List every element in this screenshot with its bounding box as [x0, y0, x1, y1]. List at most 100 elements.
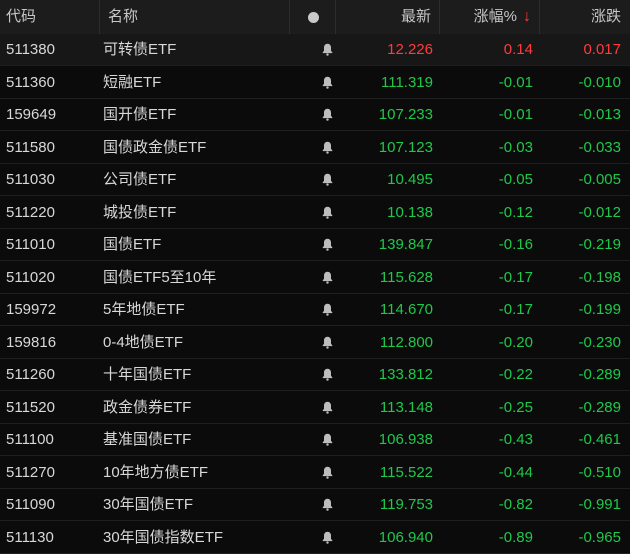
change-percent: -0.05 [498, 171, 533, 188]
table-row[interactable]: 511130 30年国债指数ETF 106.940 -0.89 -0.965 [0, 522, 630, 554]
bell-icon[interactable] [322, 197, 334, 228]
last-price: 119.753 [379, 496, 433, 513]
security-code: 159816 [6, 333, 57, 351]
last-price: 113.148 [379, 398, 433, 416]
last-price: 139.847 [378, 236, 433, 253]
security-code: 511020 [6, 268, 55, 286]
change-percent: -0.25 [498, 398, 533, 416]
security-name: 国债政金债ETF [103, 138, 207, 156]
security-code: 511010 [6, 236, 55, 253]
column-header-code[interactable]: 代码 [0, 0, 100, 34]
security-code: 511130 [6, 528, 54, 546]
bell-icon[interactable] [322, 99, 334, 130]
security-code: 511030 [6, 171, 55, 188]
last-price: 114.670 [379, 301, 433, 318]
last-price: 115.522 [379, 463, 433, 481]
table-row[interactable]: 159816 0-4地债ETF 112.800 -0.20 -0.230 [0, 327, 630, 359]
bell-icon[interactable] [322, 522, 334, 553]
last-price: 107.233 [378, 106, 433, 123]
security-name: 政金债券ETF [103, 398, 192, 416]
bell-icon[interactable] [322, 34, 334, 65]
security-name: 30年国债ETF [103, 496, 194, 513]
change-percent: -0.16 [498, 236, 533, 253]
change-percent: -0.22 [498, 366, 533, 383]
change-percent: -0.43 [498, 431, 533, 448]
security-name: 国开债ETF [103, 106, 177, 123]
etf-quote-table: 代码 名称 最新 涨幅% ↓ 涨跌 511380 可转债ETF 12.226 0.14 0… [0, 0, 630, 554]
security-code: 511100 [6, 431, 54, 448]
security-name: 十年国债ETF [103, 366, 192, 383]
change-percent: -0.01 [498, 106, 533, 123]
table-row[interactable]: 511010 国债ETF 139.847 -0.16 -0.219 [0, 229, 630, 261]
last-price: 106.940 [378, 528, 433, 546]
table-row[interactable]: 159972 5年地债ETF 114.670 -0.17 -0.199 [0, 294, 630, 326]
change-value: -0.033 [578, 138, 621, 156]
change-percent: -0.12 [498, 203, 533, 221]
change-value: -0.965 [578, 528, 621, 546]
table-row[interactable]: 511090 30年国债ETF 119.753 -0.82 -0.991 [0, 489, 630, 521]
security-code: 511380 [6, 41, 55, 58]
table-row[interactable]: 159649 国开债ETF 107.233 -0.01 -0.013 [0, 99, 630, 131]
change-percent: -0.17 [498, 301, 533, 318]
table-row[interactable]: 511520 政金债券ETF 113.148 -0.25 -0.289 [0, 392, 630, 424]
security-code: 159649 [6, 106, 57, 123]
security-code: 511360 [6, 73, 55, 91]
bell-icon[interactable] [322, 457, 334, 488]
change-value: -0.510 [578, 463, 621, 481]
table-row[interactable]: 511030 公司债ETF 10.495 -0.05 -0.005 [0, 164, 630, 196]
security-code: 511520 [6, 398, 55, 416]
security-name: 10年地方债ETF [103, 463, 209, 481]
last-price: 10.138 [387, 203, 433, 221]
column-header-alert[interactable] [290, 0, 336, 34]
security-name: 短融ETF [103, 73, 162, 91]
bell-icon[interactable] [322, 327, 334, 358]
change-value: 0.017 [583, 41, 621, 58]
table-row[interactable]: 511380 可转债ETF 12.226 0.14 0.017 [0, 34, 630, 66]
security-code: 511580 [6, 138, 55, 156]
change-value: -0.198 [578, 268, 621, 286]
last-price: 111.319 [381, 73, 433, 91]
security-name: 国债ETF5至10年 [103, 268, 217, 286]
sort-descending-icon: ↓ [523, 8, 531, 25]
table-row[interactable]: 511020 国债ETF5至10年 115.628 -0.17 -0.198 [0, 262, 630, 294]
table-row[interactable]: 511270 10年地方债ETF 115.522 -0.44 -0.510 [0, 457, 630, 489]
change-value: -0.012 [578, 203, 621, 221]
bell-icon[interactable] [322, 132, 334, 163]
table-header: 代码 名称 最新 涨幅% ↓ 涨跌 [0, 0, 630, 35]
change-percent: -0.89 [498, 528, 533, 546]
bell-icon[interactable] [322, 164, 334, 195]
table-row[interactable]: 511360 短融ETF 111.319 -0.01 -0.010 [0, 67, 630, 99]
table-row[interactable]: 511100 基准国债ETF 106.938 -0.43 -0.461 [0, 424, 630, 456]
bell-icon[interactable] [322, 294, 334, 325]
security-name: 基准国债ETF [103, 431, 192, 448]
security-code: 511260 [6, 366, 55, 383]
last-price: 133.812 [378, 366, 433, 383]
last-price: 112.800 [379, 333, 433, 351]
last-price: 106.938 [378, 431, 433, 448]
change-percent: -0.01 [498, 73, 533, 91]
column-header-change[interactable]: 涨跌 [540, 0, 630, 34]
last-price: 12.226 [387, 41, 433, 58]
bell-icon[interactable] [322, 489, 334, 520]
bell-icon[interactable] [322, 424, 334, 455]
column-header-name[interactable]: 名称 [100, 0, 290, 34]
change-percent: -0.82 [498, 496, 533, 513]
change-value: -0.199 [578, 301, 621, 318]
column-header-change-percent[interactable]: 涨幅% ↓ [440, 0, 540, 34]
bell-icon[interactable] [322, 392, 334, 423]
bell-icon[interactable] [322, 229, 334, 260]
change-value: -0.289 [578, 398, 621, 416]
table-row[interactable]: 511220 城投债ETF 10.138 -0.12 -0.012 [0, 197, 630, 229]
security-code: 511220 [6, 203, 55, 221]
bell-icon[interactable] [322, 67, 334, 98]
bell-icon[interactable] [322, 262, 334, 293]
change-value: -0.010 [578, 73, 621, 91]
change-value: -0.005 [578, 171, 621, 188]
security-name: 公司债ETF [103, 171, 177, 188]
security-name: 30年国债指数ETF [103, 528, 224, 546]
bell-icon[interactable] [322, 359, 334, 390]
column-header-last-price[interactable]: 最新 [336, 0, 440, 34]
table-row[interactable]: 511580 国债政金债ETF 107.123 -0.03 -0.033 [0, 132, 630, 164]
table-row[interactable]: 511260 十年国债ETF 133.812 -0.22 -0.289 [0, 359, 630, 391]
change-percent: -0.17 [498, 268, 533, 286]
